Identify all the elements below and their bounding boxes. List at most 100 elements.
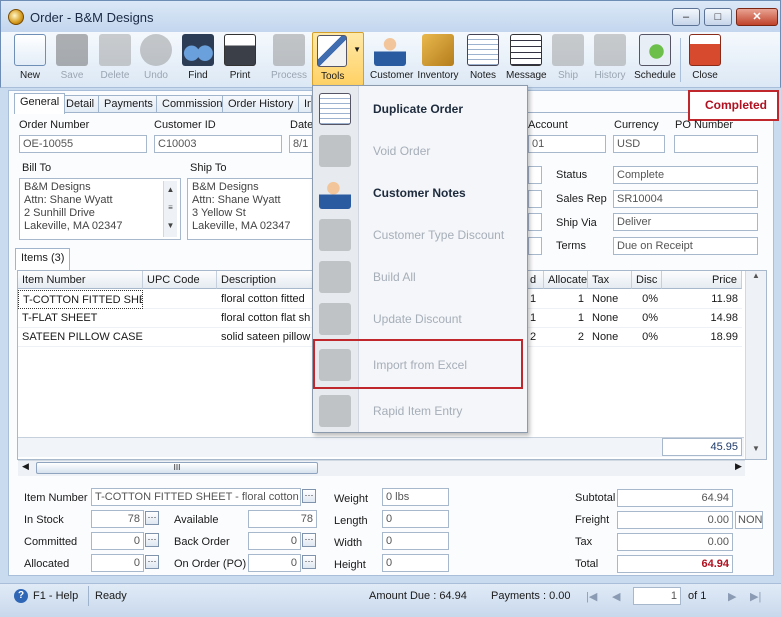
table-cell-tax[interactable]: None — [588, 328, 632, 347]
tab-detail[interactable]: Detail — [60, 95, 101, 113]
column-header-description[interactable]: Description — [217, 271, 313, 289]
freight-field[interactable]: 0.00 — [617, 511, 733, 529]
width-field[interactable]: 0 — [382, 532, 449, 550]
table-cell-ordered[interactable]: 2 — [526, 328, 544, 347]
message-button[interactable]: Message — [506, 34, 547, 86]
account-field[interactable]: 01 — [528, 135, 606, 153]
page-number-input[interactable]: 1 — [633, 587, 681, 605]
help-link[interactable]: F1 - Help — [33, 590, 78, 602]
item-lookup-button[interactable]: ··· — [302, 489, 316, 503]
terms-field[interactable]: Due on Receipt — [613, 237, 758, 255]
scroll-left-icon[interactable]: ◀ — [22, 461, 29, 472]
table-cell-disc[interactable]: 0% — [632, 328, 662, 347]
tab-general[interactable]: General — [14, 93, 66, 114]
length-field[interactable]: 0 — [382, 510, 449, 528]
next-page-icon[interactable]: ▶ — [728, 590, 736, 603]
freight-code-field[interactable]: NON — [735, 511, 763, 529]
tab-inventory[interactable]: In — [298, 95, 312, 113]
process-button[interactable]: Process — [268, 34, 310, 86]
table-cell-item[interactable]: T-FLAT SHEET — [18, 309, 143, 328]
scroll-right-icon[interactable]: ▶ — [735, 461, 742, 472]
height-field[interactable]: 0 — [382, 554, 449, 572]
history-button[interactable]: History — [592, 34, 628, 86]
date-field[interactable]: 8/1 — [289, 135, 313, 153]
table-cell-item[interactable]: T-COTTON FITTED SHEET — [18, 290, 143, 309]
menu-item-build-all[interactable]: Build All — [313, 256, 527, 298]
inventory-button[interactable]: Inventory — [416, 34, 460, 86]
bill-to-address[interactable]: B&M Designs Attn: Shane Wyatt 2 Sunhill … — [19, 178, 181, 240]
table-cell-upc[interactable] — [143, 309, 217, 328]
table-cell-ordered[interactable]: 1 — [526, 290, 544, 309]
tab-order-history[interactable]: Order History — [222, 95, 300, 113]
po-number-field[interactable] — [674, 135, 758, 153]
menu-item-update-discount[interactable]: Update Discount — [313, 298, 527, 340]
partial-field[interactable] — [528, 213, 542, 231]
table-cell-tax[interactable]: None — [588, 309, 632, 328]
find-button[interactable]: Find — [180, 34, 216, 86]
table-cell-allocate[interactable]: 1 — [544, 290, 588, 309]
print-button[interactable]: Print — [222, 34, 258, 86]
partial-field[interactable] — [528, 166, 542, 184]
tab-payments[interactable]: Payments — [98, 95, 159, 113]
column-header-allocate[interactable]: Allocate — [544, 271, 588, 289]
column-header-item-number[interactable]: Item Number — [18, 271, 143, 289]
partial-field[interactable] — [528, 237, 542, 255]
minimize-button[interactable]: ‒ — [672, 8, 700, 26]
column-header-disc[interactable]: Disc — [632, 271, 662, 289]
menu-item-customer-notes[interactable]: Customer Notes — [313, 172, 527, 214]
table-cell-disc[interactable]: 0% — [632, 309, 662, 328]
ship-button[interactable]: Ship — [552, 34, 584, 86]
table-cell-upc[interactable] — [143, 290, 217, 309]
notes-button[interactable]: Notes — [466, 34, 500, 86]
on-order-lookup-button[interactable]: ··· — [302, 555, 316, 569]
grid-vertical-scrollbar[interactable]: ▲ ▼ — [745, 271, 766, 459]
status-field[interactable]: Complete — [613, 166, 758, 184]
back-order-lookup-button[interactable]: ··· — [302, 533, 316, 547]
help-icon[interactable]: ? — [14, 589, 28, 603]
column-header-price[interactable]: Price — [662, 271, 742, 289]
schedule-button[interactable]: Schedule — [634, 34, 676, 86]
table-cell-tax[interactable]: None — [588, 290, 632, 309]
tab-commission[interactable]: Commission — [156, 95, 229, 113]
table-cell-price[interactable]: 11.98 — [662, 290, 742, 309]
menu-item-rapid-item-entry[interactable]: Rapid Item Entry — [313, 390, 527, 432]
ship-to-address[interactable]: B&M Designs Attn: Shane Wyatt 3 Yellow S… — [187, 178, 313, 240]
table-cell-description[interactable]: solid sateen pillow — [217, 328, 313, 347]
last-page-icon[interactable]: ▶| — [750, 590, 761, 603]
table-cell-item[interactable]: SATEEN PILLOW CASE — [18, 328, 143, 347]
menu-item-duplicate-order[interactable]: Duplicate Order — [313, 88, 527, 130]
table-cell-description[interactable]: floral cotton fitted — [217, 290, 313, 309]
partial-field[interactable] — [528, 190, 542, 208]
undo-button[interactable]: Undo — [138, 34, 174, 86]
sales-rep-field[interactable]: SR10004 — [613, 190, 758, 208]
table-cell-allocate[interactable]: 1 — [544, 309, 588, 328]
bill-to-scrollbar[interactable]: ▲ ≡ ▼ — [163, 181, 177, 237]
close-button[interactable]: Close — [688, 34, 722, 86]
table-cell-price[interactable]: 14.98 — [662, 309, 742, 328]
currency-field[interactable]: USD — [613, 135, 665, 153]
committed-lookup-button[interactable]: ··· — [145, 533, 159, 547]
new-button[interactable]: New — [12, 34, 48, 86]
weight-field[interactable]: 0 lbs — [382, 488, 449, 506]
table-cell-description[interactable]: floral cotton flat sh — [217, 309, 313, 328]
table-cell-upc[interactable] — [143, 328, 217, 347]
table-cell-allocate[interactable]: 2 — [544, 328, 588, 347]
table-cell-disc[interactable]: 0% — [632, 290, 662, 309]
menu-item-void-order[interactable]: Void Order — [313, 130, 527, 172]
allocated-lookup-button[interactable]: ··· — [145, 555, 159, 569]
prev-page-icon[interactable]: ◀ — [612, 590, 620, 603]
scroll-thumb[interactable]: III — [36, 462, 318, 474]
first-page-icon[interactable]: |◀ — [586, 590, 597, 603]
maximize-button[interactable]: □ — [704, 8, 732, 26]
table-cell-price[interactable]: 18.99 — [662, 328, 742, 347]
menu-item-customer-type-discount[interactable]: Customer Type Discount — [313, 214, 527, 256]
save-button[interactable]: Save — [54, 34, 90, 86]
customer-id-field[interactable]: C10003 — [154, 135, 282, 153]
delete-button[interactable]: Delete — [96, 34, 134, 86]
tab-items[interactable]: Items (3) — [15, 248, 71, 270]
tools-button[interactable]: Tools ▼ — [312, 32, 364, 86]
table-cell-ordered[interactable]: 1 — [526, 309, 544, 328]
in-stock-lookup-button[interactable]: ··· — [145, 511, 159, 525]
column-header-tax[interactable]: Tax — [588, 271, 632, 289]
column-header-upc[interactable]: UPC Code — [143, 271, 217, 289]
